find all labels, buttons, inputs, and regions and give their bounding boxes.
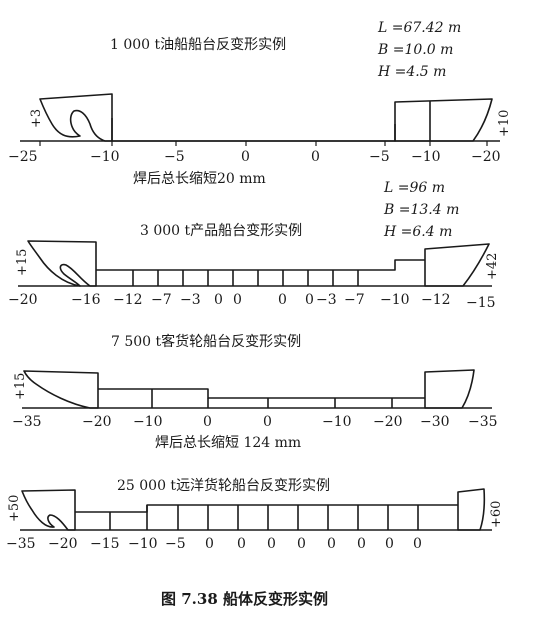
axis-label: −12 (421, 292, 451, 308)
axis-label: −20 (373, 414, 403, 430)
axis-label: −10 (380, 292, 410, 308)
axis-label: 0 (357, 536, 366, 552)
axis-label: −10 (322, 414, 352, 430)
axis-label: −10 (90, 149, 120, 165)
example-4-title: 25 000 t远洋货轮船台反变形实例 (117, 477, 330, 494)
example-3-midbody (98, 388, 425, 399)
example-1-midbody (111, 118, 396, 142)
axis-label: 0 (263, 414, 272, 430)
axis-label: −25 (8, 149, 38, 165)
axis-label: 0 (241, 149, 250, 165)
figure: 1 000 t油船船台反变形实例 L =67.42 m B =10.0 m H … (0, 0, 545, 620)
example-2-title: 3 000 t产品船台变形实例 (140, 223, 302, 239)
axis-label: −7 (151, 292, 172, 308)
axis-label: −10 (128, 536, 158, 552)
example-2-axis-labels: −20 −16 −12 −7 −3 0 0 0 0 −3 −7 −10 −12 … (8, 292, 496, 311)
axis-label: 0 (233, 292, 242, 308)
axis-label: −20 (8, 292, 38, 308)
axis-label: −5 (164, 149, 185, 165)
axis-label: 0 (327, 536, 336, 552)
axis-label: 0 (237, 536, 246, 552)
example-4-stern (21, 489, 76, 531)
example-4-bow-value: +60 (489, 501, 504, 528)
axis-label: −5 (165, 536, 186, 552)
example-4-frames (109, 505, 419, 530)
example-4: 25 000 t远洋货轮船台反变形实例 +50 +60 −35 −20 −15 … (6, 477, 504, 552)
example-1-title: 1 000 t油船船台反变形实例 (110, 37, 286, 53)
example-1-stern (39, 93, 113, 142)
example-2-frames (132, 270, 359, 286)
example-1-length: L =67.42 m (377, 20, 461, 36)
axis-label: −3 (316, 292, 337, 308)
axis-label: −20 (82, 414, 112, 430)
hull-deformation-diagram: 1 000 t油船船台反变形实例 L =67.42 m B =10.0 m H … (6, 20, 512, 608)
example-2-stern-value: +15 (15, 249, 30, 276)
example-1-note: 焊后总长缩短20 mm (133, 171, 266, 187)
example-1-breadth: B =10.0 m (377, 42, 453, 58)
axis-label: 0 (205, 536, 214, 552)
axis-label: 0 (305, 292, 314, 308)
axis-label: −10 (411, 149, 441, 165)
example-2-breadth: B =13.4 m (383, 202, 459, 218)
axis-label: 0 (311, 149, 320, 165)
example-4-stern-value: +50 (7, 495, 22, 522)
example-2-midbody (96, 259, 425, 271)
axis-label: −35 (468, 414, 498, 430)
example-2-bow (424, 243, 490, 287)
axis-label: −30 (420, 414, 450, 430)
example-2-stern (27, 240, 97, 287)
example-1-bow (394, 98, 493, 142)
example-3-axis-labels: −35 −20 −10 0 0 −10 −20 −30 −35 (12, 414, 498, 430)
axis-label: −15 (466, 295, 496, 311)
axis-label: 0 (203, 414, 212, 430)
axis-label: −35 (6, 536, 36, 552)
example-4-midbody (75, 504, 458, 513)
axis-label: 0 (297, 536, 306, 552)
figure-caption: 图 7.38 船体反变形实例 (161, 590, 328, 608)
axis-label: 0 (278, 292, 287, 308)
example-3: 7 500 t客货轮船台反变形实例 +15 −35 −20 −10 0 0 −1… (12, 333, 498, 451)
example-2-bow-value: +42 (485, 253, 500, 280)
example-1: 1 000 t油船船台反变形实例 L =67.42 m B =10.0 m H … (8, 20, 512, 187)
example-1-stern-value: +3 (29, 109, 44, 128)
axis-label: −20 (471, 149, 501, 165)
example-3-stern-value: +15 (13, 373, 28, 400)
example-4-axis-labels: −35 −20 −15 −10 −5 0 0 0 0 0 0 0 0 (6, 536, 422, 552)
example-3-title: 7 500 t客货轮船台反变形实例 (111, 333, 301, 350)
axis-label: −7 (344, 292, 365, 308)
axis-label: 0 (413, 536, 422, 552)
example-2: L =96 m B =13.4 m H =6.4 m 3 000 t产品船台变形… (8, 180, 500, 311)
example-3-bow (424, 369, 475, 409)
example-2-length: L =96 m (383, 180, 445, 196)
axis-label: 0 (385, 536, 394, 552)
axis-label: −10 (133, 414, 163, 430)
example-2-depth: H =6.4 m (383, 224, 452, 240)
axis-label: −20 (48, 536, 78, 552)
axis-label: −3 (180, 292, 201, 308)
example-1-depth: H =4.5 m (377, 64, 446, 80)
axis-label: 0 (267, 536, 276, 552)
example-4-bow (457, 488, 486, 531)
axis-label: −12 (113, 292, 143, 308)
axis-label: −35 (12, 414, 42, 430)
example-3-stern (23, 370, 99, 409)
axis-label: −5 (369, 149, 390, 165)
axis-label: −16 (71, 292, 101, 308)
axis-label: 0 (214, 292, 223, 308)
example-1-bow-value: +10 (497, 110, 512, 137)
example-3-note: 焊后总长缩短 124 mm (155, 435, 301, 451)
example-1-axis-labels: −25 −10 −5 0 0 −5 −10 −20 (8, 149, 501, 165)
axis-label: −15 (90, 536, 120, 552)
